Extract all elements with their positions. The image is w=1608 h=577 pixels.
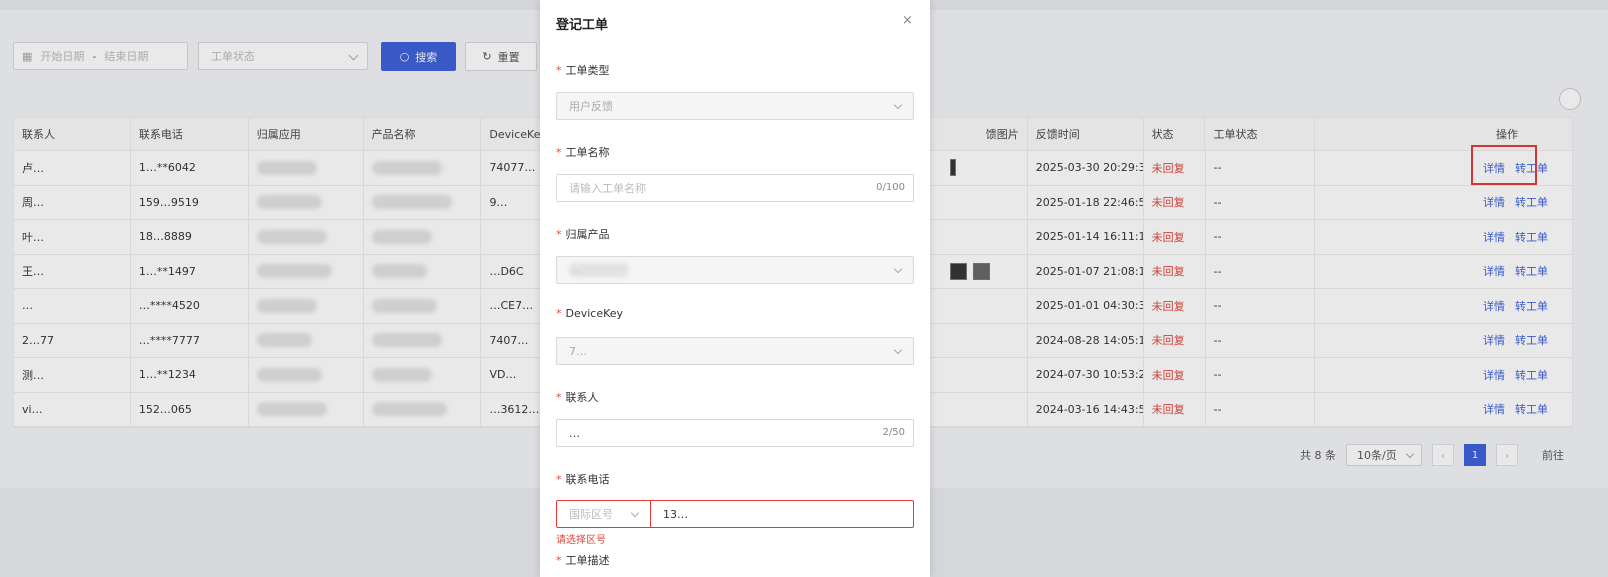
product-select[interactable]: … bbox=[556, 256, 914, 284]
phone-field-group: 国际区号 13… bbox=[556, 500, 914, 528]
area-code-placeholder: 国际区号 bbox=[569, 508, 613, 521]
product-label-text: 归属产品 bbox=[565, 228, 610, 241]
contact-counter: 2/50 bbox=[882, 427, 905, 438]
required-mark: * bbox=[556, 64, 562, 77]
product-label: * 归属产品 bbox=[556, 226, 610, 242]
order-type-label-text: 工单类型 bbox=[565, 64, 610, 77]
chevron-down-icon bbox=[893, 264, 903, 274]
contact-label-text: 联系人 bbox=[565, 391, 599, 404]
contact-input[interactable]: … 2/50 bbox=[556, 419, 914, 447]
order-name-placeholder: 请输入工单名称 bbox=[569, 182, 646, 195]
area-code-error: 请选择区号 bbox=[556, 535, 606, 546]
order-name-label: * 工单名称 bbox=[556, 144, 610, 160]
required-mark: * bbox=[556, 307, 562, 320]
description-label: * 工单描述 bbox=[556, 552, 610, 568]
devicekey-label: * DeviceKey bbox=[556, 307, 623, 320]
devicekey-select[interactable]: 7… bbox=[556, 337, 914, 365]
chevron-down-icon bbox=[893, 345, 903, 355]
close-icon[interactable]: × bbox=[902, 13, 913, 28]
order-type-value: 用户反馈 bbox=[569, 100, 613, 113]
phone-label-text: 联系电话 bbox=[565, 473, 610, 486]
devicekey-label-text: DeviceKey bbox=[565, 307, 624, 320]
order-name-counter: 0/100 bbox=[876, 182, 905, 193]
phone-value: 13… bbox=[663, 507, 688, 521]
description-label-text: 工单描述 bbox=[565, 554, 610, 567]
contact-label: * 联系人 bbox=[556, 389, 599, 405]
required-mark: * bbox=[556, 228, 562, 241]
product-value: … bbox=[569, 263, 629, 277]
area-code-select[interactable]: 国际区号 bbox=[556, 500, 651, 528]
order-name-label-text: 工单名称 bbox=[565, 146, 610, 159]
order-name-input[interactable]: 请输入工单名称 0/100 bbox=[556, 174, 914, 202]
contact-value: … bbox=[569, 426, 580, 440]
phone-input[interactable]: 13… bbox=[651, 500, 914, 528]
dialog-title: 登记工单 bbox=[556, 18, 609, 33]
phone-label: * 联系电话 bbox=[556, 471, 610, 487]
required-mark: * bbox=[556, 146, 562, 159]
devicekey-value: 7… bbox=[569, 344, 587, 358]
order-type-select[interactable]: 用户反馈 bbox=[556, 92, 914, 120]
required-mark: * bbox=[556, 473, 562, 486]
required-mark: * bbox=[556, 391, 562, 404]
chevron-down-icon bbox=[630, 508, 640, 518]
chevron-down-icon bbox=[893, 100, 903, 110]
order-type-label: * 工单类型 bbox=[556, 62, 610, 78]
register-order-dialog: 登记工单 × * 工单类型 用户反馈 * 工单名称 请输入工单名称 0/100 * 归… bbox=[540, 0, 930, 577]
required-mark: * bbox=[556, 554, 562, 567]
